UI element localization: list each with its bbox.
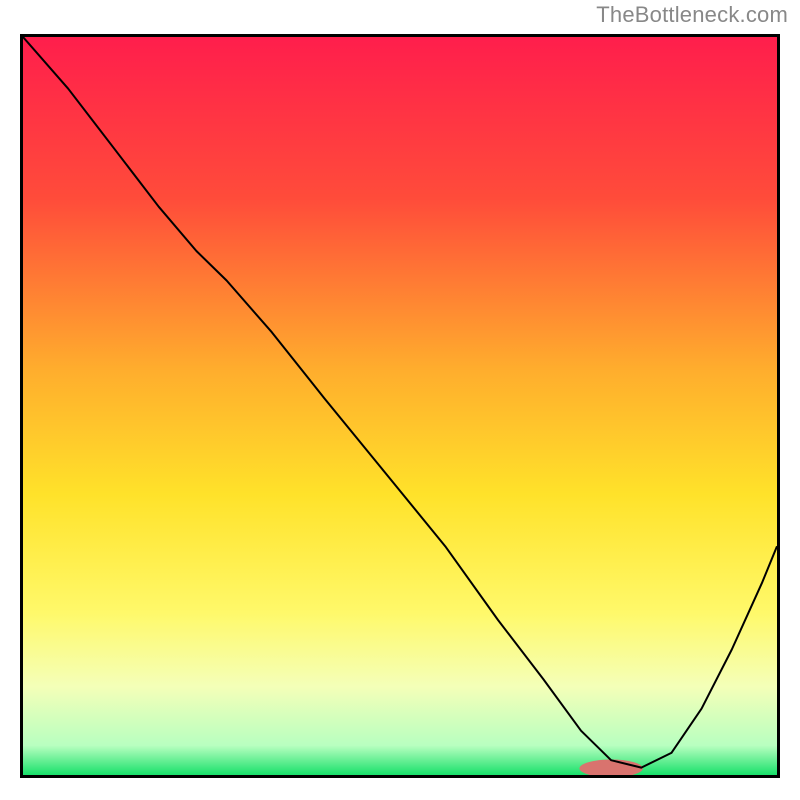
gradient-background — [23, 37, 777, 775]
plot-svg — [23, 37, 777, 775]
chart-root: TheBottleneck.com — [0, 0, 800, 800]
plot-area — [20, 34, 780, 778]
watermark-label: TheBottleneck.com — [596, 4, 788, 26]
